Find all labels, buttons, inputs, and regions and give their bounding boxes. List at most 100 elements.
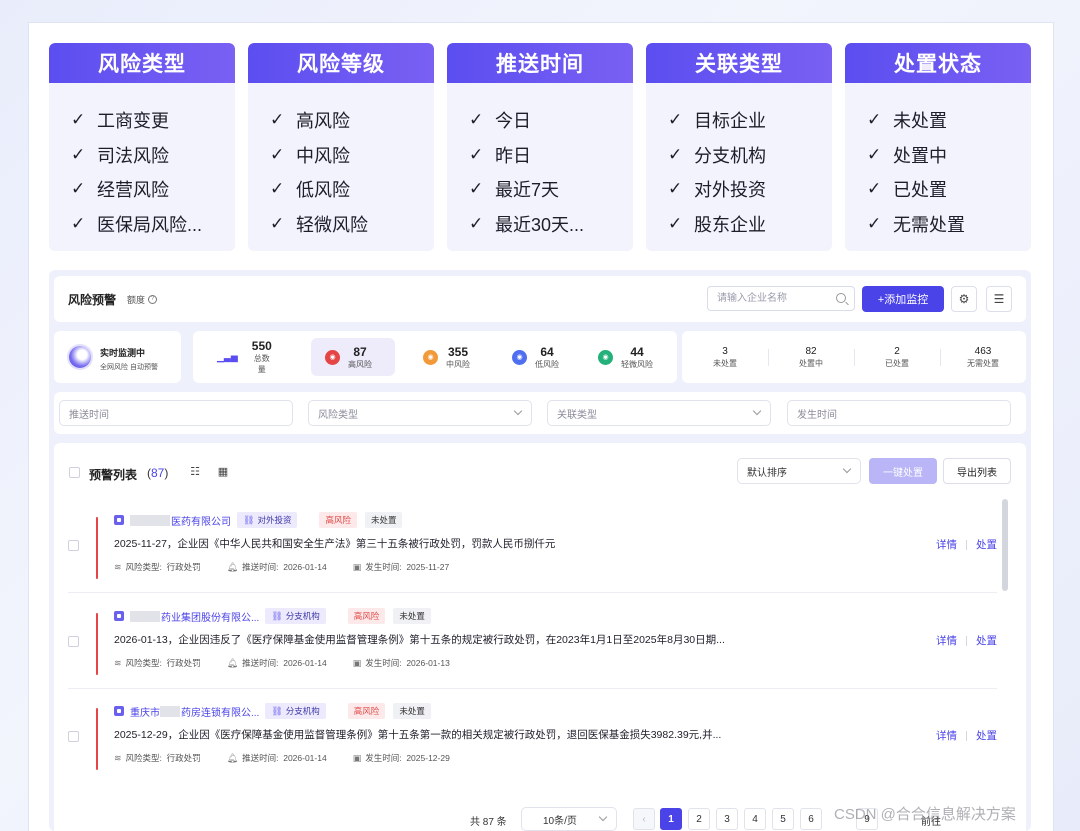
risk-type-meta: ≋ 风险类型: 行政处罚 <box>114 657 201 669</box>
risk-stat-0[interactable]: ▁▃▅ 550 总数量 <box>207 338 272 376</box>
meta-value: 2026-01-14 <box>283 753 327 763</box>
row-checkbox[interactable] <box>68 540 79 551</box>
export-list-button[interactable]: 导出列表 <box>943 458 1011 484</box>
chevron-down-icon <box>752 406 762 416</box>
masked-text <box>130 514 170 526</box>
category-item: ✓ 目标企业 <box>668 103 832 138</box>
list-view-icon[interactable]: ☷ <box>185 461 205 481</box>
watermark: CSDN @合合信息解决方案 <box>834 806 1016 823</box>
company-name-link[interactable]: 医药有限公司 <box>171 513 231 528</box>
page-button-2[interactable]: 2 <box>688 808 710 830</box>
category-item: ✓ 医保局风险... <box>71 207 235 242</box>
risk-level-bar <box>96 708 98 770</box>
category-item: ✓ 轻微风险 <box>270 207 434 242</box>
page-size-select[interactable]: 10条/页 <box>521 807 617 831</box>
risk-stat-1[interactable]: ◉ 87 高风险 <box>311 338 395 376</box>
risk-stat-4[interactable]: ◉ 44 轻微风险 <box>584 338 668 376</box>
relation-type-filter[interactable]: 关联类型 <box>547 400 771 426</box>
category-item: ✓ 分支机构 <box>668 138 832 173</box>
relation-icon: ⛓ <box>271 705 283 716</box>
meta-value: 2026-01-14 <box>283 658 327 668</box>
check-icon: ✓ <box>71 213 86 233</box>
company-name-link[interactable]: 药房连锁有限公... <box>181 704 259 719</box>
disposal-stat-label: 无需处置 <box>967 359 999 368</box>
risk-type-filter[interactable]: 风险类型 <box>308 400 532 426</box>
risk-stat-value: 64 <box>540 344 554 359</box>
disposal-stat-0[interactable]: 3 未处置 <box>682 345 768 369</box>
relation-type-placeholder: 关联类型 <box>557 409 597 421</box>
table-row[interactable]: 医药有限公司 ⛓ 对外投资 高风险 未处置 2025-11-27，企业因《中华人民… <box>68 497 997 592</box>
layers-icon: ≋ <box>114 657 122 668</box>
sort-select[interactable]: 默认排序 <box>737 458 861 484</box>
divider <box>966 539 967 550</box>
search-icon[interactable] <box>836 293 846 303</box>
grid-view-icon[interactable]: ▦ <box>213 461 233 481</box>
settings-button[interactable]: ⚙ <box>951 286 977 312</box>
occur-time-filter[interactable]: 发生时间 <box>787 400 1011 426</box>
page-button-6[interactable]: 6 <box>800 808 822 830</box>
check-icon: ✓ <box>668 179 683 199</box>
table-row[interactable]: 药业集团股份有限公... ⛓ 分支机构 高风险 未处置 2026-01-13，企业… <box>68 593 997 688</box>
category-item-label: 股东企业 <box>694 214 766 235</box>
push-time-filter[interactable]: 推送时间 <box>59 400 293 426</box>
risk-stat-label: 高风险 <box>348 359 372 369</box>
help-icon[interactable]: ? <box>148 295 158 304</box>
select-all-checkbox[interactable] <box>69 467 80 478</box>
detail-link[interactable]: 详情 <box>936 537 957 552</box>
prev-page-button[interactable]: ‹ <box>633 808 655 830</box>
quota-info[interactable]: 额度 ? <box>127 293 158 306</box>
chevron-down-icon <box>598 812 608 822</box>
category-item-label: 低风险 <box>296 180 350 201</box>
risk-stat-value: 44 <box>630 344 644 359</box>
disposal-stat-3[interactable]: 463 无需处置 <box>940 345 1026 369</box>
page-button-3[interactable]: 3 <box>716 808 738 830</box>
meta-label: 推送时间: <box>242 562 279 572</box>
category-title: 关联类型 <box>646 43 832 83</box>
meta-label: 风险类型: <box>125 753 162 763</box>
category-card: 风险类型 ✓ 工商变更 ✓ 司法风险 ✓ 经营风险 ✓ 医保局风险... <box>49 43 235 251</box>
disposal-stat-1[interactable]: 82 处置中 <box>768 345 854 369</box>
risk-stat-2[interactable]: ◉ 355 中风险 <box>409 338 485 376</box>
detail-link[interactable]: 详情 <box>936 633 957 648</box>
meta-label: 发生时间: <box>365 658 402 668</box>
status-tag: 未处置 <box>364 512 403 528</box>
row-header: 重庆市 药房连锁有限公... ⛓ 分支机构 高风险 未处置 <box>114 703 431 719</box>
divider <box>966 635 967 646</box>
page-button-1[interactable]: 1 <box>660 808 682 830</box>
risk-stat-text: 550 总数量 <box>252 339 272 375</box>
row-checkbox[interactable] <box>68 731 79 742</box>
page-button-4[interactable]: 4 <box>744 808 766 830</box>
handle-link[interactable]: 处置 <box>976 537 997 552</box>
company-name-link[interactable]: 药业集团股份有限公... <box>161 609 259 624</box>
check-icon: ✓ <box>71 110 86 130</box>
table-row[interactable]: 重庆市 药房连锁有限公... ⛓ 分支机构 高风险 未处置 2025-12-29，… <box>68 688 997 783</box>
disposal-stat-2[interactable]: 2 已处置 <box>854 345 940 369</box>
risk-stat-3[interactable]: ◉ 64 低风险 <box>498 338 568 376</box>
handle-link[interactable]: 处置 <box>976 633 997 648</box>
detail-link[interactable]: 详情 <box>936 728 957 743</box>
row-checkbox[interactable] <box>68 636 79 647</box>
risk-stat-value: 355 <box>447 344 469 359</box>
relation-tag: ⛓ 对外投资 <box>237 512 298 528</box>
one-key-dispose-button[interactable]: 一键处置 <box>869 458 937 484</box>
handle-link[interactable]: 处置 <box>976 728 997 743</box>
category-item-label: 处置中 <box>893 145 947 166</box>
calendar-icon: ▣ <box>352 561 362 572</box>
risk-type-meta: ≋ 风险类型: 行政处罚 <box>114 752 201 764</box>
search-input[interactable] <box>708 287 828 310</box>
category-item: ✓ 中风险 <box>270 138 434 173</box>
category-item-label: 工商变更 <box>97 111 169 132</box>
filter-bar: 推送时间 风险类型 关联类型 发生时间 <box>54 392 1026 434</box>
company-name-prefix: 重庆市 <box>130 707 160 719</box>
add-monitor-button[interactable]: +添加监控 <box>862 286 944 312</box>
page-size-value: 10条/页 <box>543 815 577 827</box>
category-item: ✓ 司法风险 <box>71 138 235 173</box>
list-menu-button[interactable]: ☰ <box>986 286 1012 312</box>
scrollbar-thumb[interactable] <box>1002 499 1008 591</box>
category-item-label: 昨日 <box>495 145 531 166</box>
relation-label: 分支机构 <box>285 706 320 716</box>
live-subtitle: 全网风险 自动预警 <box>100 364 158 371</box>
page-button-5[interactable]: 5 <box>772 808 794 830</box>
category-item-label: 医保局风险... <box>97 214 203 235</box>
risk-level-tag: 高风险 <box>319 512 357 528</box>
